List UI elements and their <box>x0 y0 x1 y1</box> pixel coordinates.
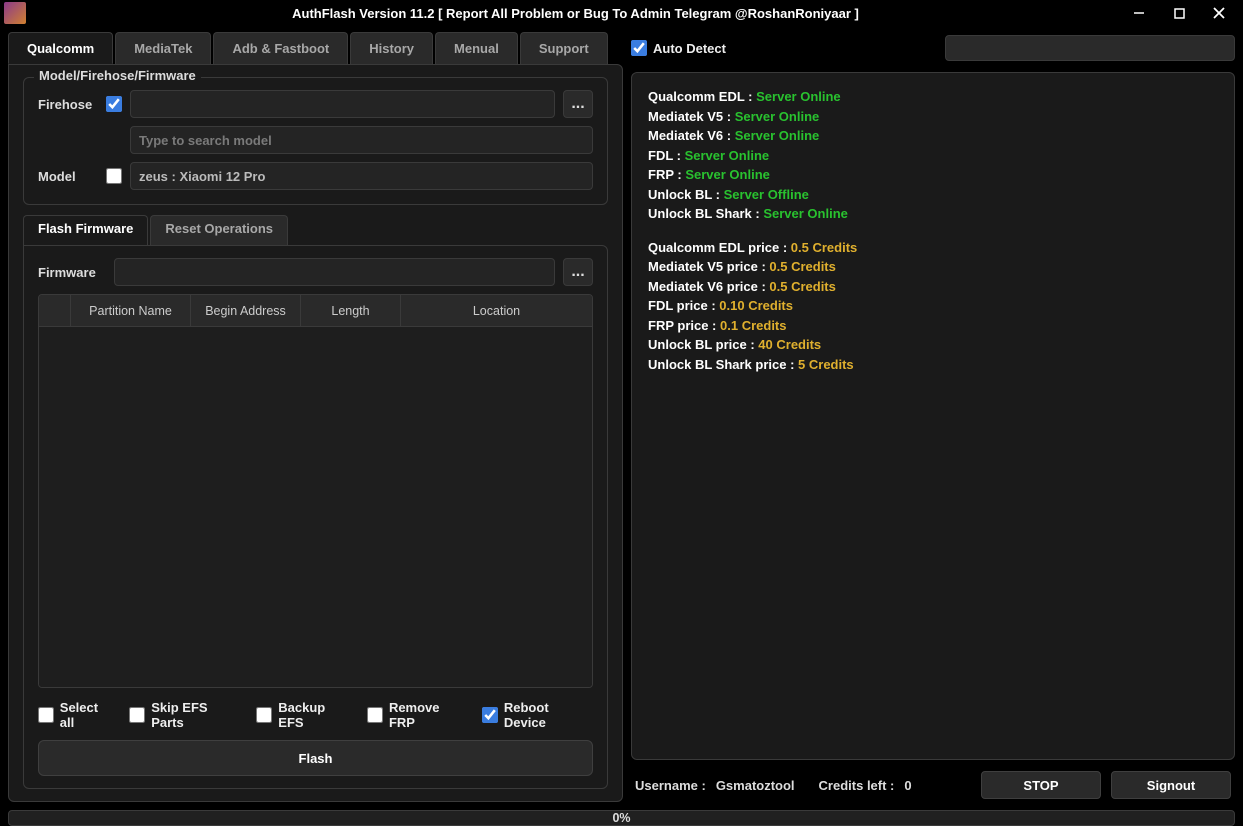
tab-support[interactable]: Support <box>520 32 608 64</box>
firehose-browse-button[interactable]: ... <box>563 90 593 118</box>
log-gap <box>648 224 1218 238</box>
log-line: Mediatek V6 : Server Online <box>648 126 1218 146</box>
tab-history[interactable]: History <box>350 32 433 64</box>
top-right-row: Auto Detect <box>631 32 1235 64</box>
firehose-checkbox[interactable] <box>106 96 122 112</box>
title-bar: AuthFlash Version 11.2 [ Report All Prob… <box>0 0 1243 26</box>
username-value: Gsmatoztool <box>716 778 795 793</box>
app-icon <box>4 2 26 24</box>
auto-detect-checkbox[interactable] <box>631 40 647 56</box>
backup-efs-option[interactable]: Backup EFS <box>256 700 353 730</box>
log-line: Unlock BL : Server Offline <box>648 185 1218 205</box>
log-line: FRP : Server Online <box>648 165 1218 185</box>
log-box: Qualcomm EDL : Server Online Mediatek V5… <box>631 72 1235 760</box>
firmware-browse-button[interactable]: ... <box>563 258 593 286</box>
select-all-checkbox[interactable] <box>38 707 54 723</box>
log-line: Mediatek V6 price : 0.5 Credits <box>648 277 1218 297</box>
select-all-option[interactable]: Select all <box>38 700 115 730</box>
main-tabs: Qualcomm MediaTek Adb & Fastboot History… <box>8 32 623 64</box>
tab-qualcomm[interactable]: Qualcomm <box>8 32 113 64</box>
col-partition-name[interactable]: Partition Name <box>71 295 191 327</box>
flash-firmware-panel: Firmware ... Partition Name Begin Addres… <box>23 245 608 789</box>
status-block: Qualcomm EDL : Server Online Mediatek V5… <box>648 87 1218 224</box>
sub-tabs: Flash Firmware Reset Operations <box>23 215 608 245</box>
username-label: Username : <box>635 778 706 793</box>
log-line: Mediatek V5 price : 0.5 Credits <box>648 257 1218 277</box>
tab-adb-fastboot[interactable]: Adb & Fastboot <box>213 32 348 64</box>
firmware-input[interactable] <box>114 258 555 286</box>
bottom-right-row: Username : Gsmatoztool Credits left : 0 … <box>631 768 1235 802</box>
close-button[interactable] <box>1199 0 1239 26</box>
window-controls <box>1119 0 1239 26</box>
credits-value: 0 <box>904 778 911 793</box>
progress-text: 0% <box>612 811 630 825</box>
remove-frp-label: Remove FRP <box>389 700 468 730</box>
options-row: Select all Skip EFS Parts Backup EFS Rem… <box>38 696 593 732</box>
credits-label: Credits left : <box>819 778 895 793</box>
col-location[interactable]: Location <box>401 295 592 327</box>
app-window: AuthFlash Version 11.2 [ Report All Prob… <box>0 0 1243 801</box>
firmware-label: Firmware <box>38 265 106 280</box>
flash-button[interactable]: Flash <box>38 740 593 776</box>
stop-button[interactable]: STOP <box>981 771 1101 799</box>
minimize-button[interactable] <box>1119 0 1159 26</box>
log-line: Unlock BL price : 40 Credits <box>648 335 1218 355</box>
maximize-button[interactable] <box>1159 0 1199 26</box>
col-length[interactable]: Length <box>301 295 401 327</box>
skip-efs-option[interactable]: Skip EFS Parts <box>129 700 242 730</box>
prices-block: Qualcomm EDL price : 0.5 Credits Mediate… <box>648 238 1218 375</box>
model-firehose-group: Model/Firehose/Firmware Firehose ... Mod… <box>23 77 608 205</box>
partition-table: Partition Name Begin Address Length Loca… <box>38 294 593 688</box>
backup-efs-label: Backup EFS <box>278 700 353 730</box>
log-line: FRP price : 0.1 Credits <box>648 316 1218 336</box>
tab-menual[interactable]: Menual <box>435 32 518 64</box>
minimize-icon <box>1133 7 1145 19</box>
skip-efs-checkbox[interactable] <box>129 707 145 723</box>
table-header: Partition Name Begin Address Length Loca… <box>39 295 592 327</box>
model-checkbox[interactable] <box>106 168 122 184</box>
window-title: AuthFlash Version 11.2 [ Report All Prob… <box>32 6 1119 21</box>
model-group-legend: Model/Firehose/Firmware <box>34 68 201 83</box>
reboot-device-checkbox[interactable] <box>482 707 498 723</box>
tab-reset-operations[interactable]: Reset Operations <box>150 215 288 245</box>
reboot-device-label: Reboot Device <box>504 700 593 730</box>
progress-bar: 0% <box>8 810 1235 826</box>
col-begin-address[interactable]: Begin Address <box>191 295 301 327</box>
tab-mediatek[interactable]: MediaTek <box>115 32 211 64</box>
auto-detect-label: Auto Detect <box>653 41 726 56</box>
auto-detect-option[interactable]: Auto Detect <box>631 40 726 56</box>
log-line: Unlock BL Shark price : 5 Credits <box>648 355 1218 375</box>
log-line: Qualcomm EDL price : 0.5 Credits <box>648 238 1218 258</box>
right-panel: Auto Detect Qualcomm EDL : Server Online… <box>631 32 1235 802</box>
close-icon <box>1213 7 1225 19</box>
table-body <box>39 327 592 687</box>
maximize-icon <box>1174 8 1185 19</box>
app-body: Qualcomm MediaTek Adb & Fastboot History… <box>0 26 1243 810</box>
log-line: Qualcomm EDL : Server Online <box>648 87 1218 107</box>
device-combo[interactable] <box>945 35 1235 61</box>
log-line: Mediatek V5 : Server Online <box>648 107 1218 127</box>
backup-efs-checkbox[interactable] <box>256 707 272 723</box>
remove-frp-checkbox[interactable] <box>367 707 383 723</box>
log-line: Unlock BL Shark : Server Online <box>648 204 1218 224</box>
col-checkbox[interactable] <box>39 295 71 327</box>
model-input[interactable] <box>130 162 593 190</box>
model-label: Model <box>38 169 98 184</box>
qualcomm-panel: Model/Firehose/Firmware Firehose ... Mod… <box>8 64 623 802</box>
firehose-input[interactable] <box>130 90 555 118</box>
log-line: FDL price : 0.10 Credits <box>648 296 1218 316</box>
skip-efs-label: Skip EFS Parts <box>151 700 242 730</box>
tab-flash-firmware[interactable]: Flash Firmware <box>23 215 148 245</box>
select-all-label: Select all <box>60 700 116 730</box>
model-search-input[interactable] <box>130 126 593 154</box>
signout-button[interactable]: Signout <box>1111 771 1231 799</box>
firehose-label: Firehose <box>38 97 98 112</box>
reboot-device-option[interactable]: Reboot Device <box>482 700 593 730</box>
left-panel: Qualcomm MediaTek Adb & Fastboot History… <box>8 32 623 802</box>
remove-frp-option[interactable]: Remove FRP <box>367 700 468 730</box>
sub-panel: Flash Firmware Reset Operations Firmware… <box>23 215 608 789</box>
log-line: FDL : Server Online <box>648 146 1218 166</box>
